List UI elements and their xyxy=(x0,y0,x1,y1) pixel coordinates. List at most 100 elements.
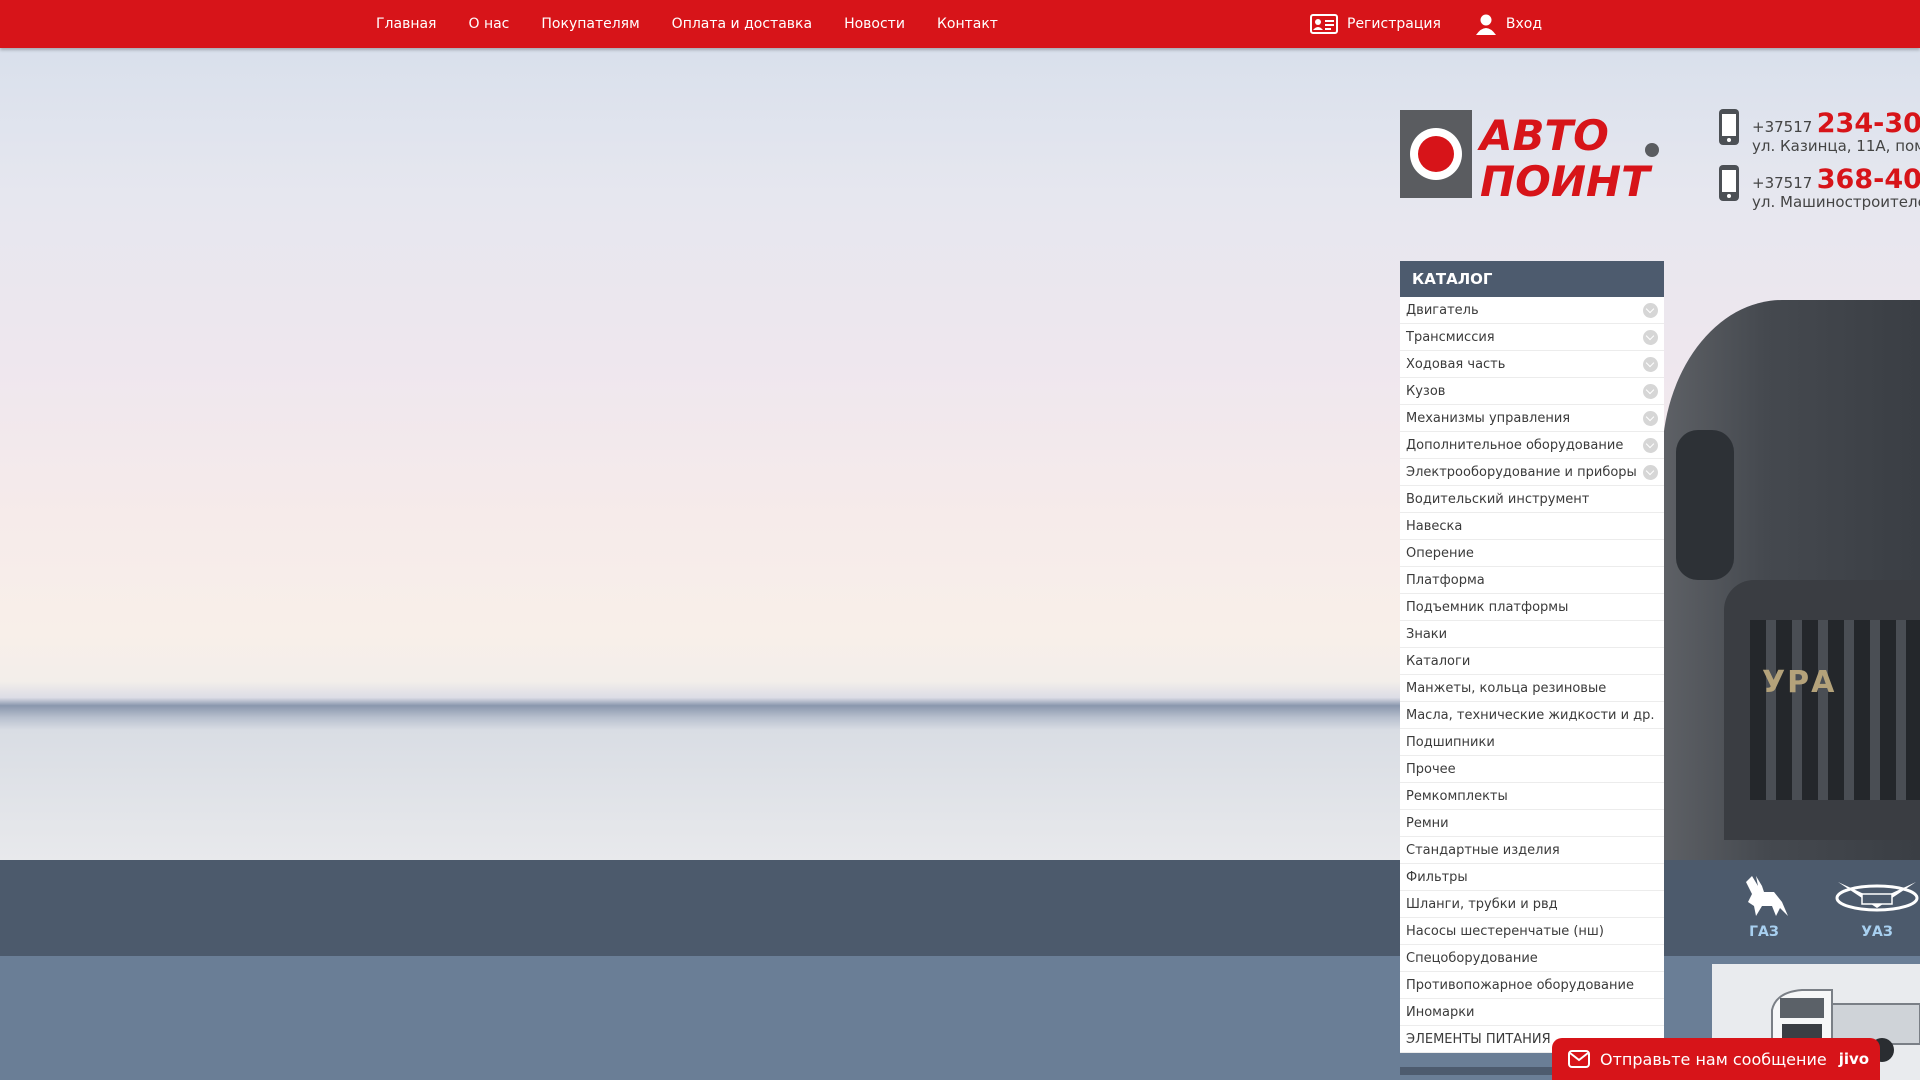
nav-buyers-link[interactable]: Покупателям xyxy=(541,0,639,48)
catalog-item[interactable]: Противопожарное оборудование xyxy=(1400,972,1664,999)
catalog-item-label: Навеска xyxy=(1406,519,1463,534)
id-card-icon xyxy=(1310,14,1338,34)
phone-prefix: +37517 xyxy=(1752,118,1813,136)
deer-icon xyxy=(1746,876,1788,916)
catalog-item-label: Подъемник платформы xyxy=(1406,600,1569,615)
chevron-down-icon[interactable] xyxy=(1643,330,1658,345)
catalog-item-label: Фильтры xyxy=(1406,870,1468,885)
brand-label: ГАЗ xyxy=(1749,924,1779,940)
catalog-item-label: ЭЛЕМЕНТЫ ПИТАНИЯ xyxy=(1406,1032,1551,1047)
catalog-item-label: Знаки xyxy=(1406,627,1448,642)
catalog-item[interactable]: Шланги, трубки и рвд xyxy=(1400,891,1664,918)
catalog-item-label: Прочее xyxy=(1406,762,1456,777)
nav-news-link[interactable]: Новости xyxy=(844,0,905,48)
catalog-item-label: Насосы шестеренчатые (нш) xyxy=(1406,924,1604,939)
phone-prefix: +37517 xyxy=(1752,174,1813,192)
nav-home-link[interactable]: Главная xyxy=(376,0,436,48)
catalog-item[interactable]: Подшипники xyxy=(1400,729,1664,756)
catalog-list: Двигатель Трансмиссия Ходовая часть Кузов Ме… xyxy=(1400,297,1664,1053)
phone-number[interactable]: 368-40- xyxy=(1817,164,1920,195)
catalog-item-label: Противопожарное оборудование xyxy=(1406,978,1634,993)
catalog-item-label: Шланги, трубки и рвд xyxy=(1406,897,1558,912)
nav-about-link[interactable]: О нас xyxy=(468,0,509,48)
catalog-item[interactable]: Фильтры xyxy=(1400,864,1664,891)
chat-brand-label: jivo xyxy=(1838,1050,1870,1068)
catalog-menu: КАТАЛОГ Двигатель Трансмиссия Ходовая част… xyxy=(1400,261,1664,1075)
catalog-item-label: Подшипники xyxy=(1406,735,1495,750)
catalog-item[interactable]: Платформа xyxy=(1400,567,1664,594)
catalog-item[interactable]: Электрооборудование и приборы xyxy=(1400,459,1664,486)
catalog-item[interactable]: Насосы шестеренчатые (нш) xyxy=(1400,918,1664,945)
contact-lines: +37517 234-30- ул. Казинца, 11А, пом. xyxy=(1752,108,1920,155)
chevron-down-icon[interactable] xyxy=(1643,384,1658,399)
register-link[interactable]: Регистрация xyxy=(1310,14,1441,34)
catalog-item-label: Масла, технические жидкости и др. xyxy=(1406,708,1655,723)
catalog-item[interactable]: Каталоги xyxy=(1400,648,1664,675)
catalog-item[interactable]: Водительский инструмент xyxy=(1400,486,1664,513)
catalog-item[interactable]: Ремни xyxy=(1400,810,1664,837)
catalog-item[interactable]: Стандартные изделия xyxy=(1400,837,1664,864)
nav-payment-delivery-link[interactable]: Оплата и доставка xyxy=(672,0,812,48)
catalog-item[interactable]: Прочее xyxy=(1400,756,1664,783)
brand-uaz[interactable]: УАЗ xyxy=(1832,872,1920,940)
nav-contact-link[interactable]: Контакт xyxy=(937,0,998,48)
catalog-item-label: Электрооборудование и приборы xyxy=(1406,465,1637,480)
catalog-item-label: Манжеты, кольца резиновые xyxy=(1406,681,1607,696)
catalog-item[interactable]: Подъемник платформы xyxy=(1400,594,1664,621)
catalog-item[interactable]: Навеска xyxy=(1400,513,1664,540)
auth-links: Регистрация Вход xyxy=(1310,0,1576,48)
top-navigation-bar: Главная О нас Покупателям Оплата и доста… xyxy=(0,0,1920,48)
catalog-item-label: Платформа xyxy=(1406,573,1485,588)
catalog-item[interactable]: Трансмиссия xyxy=(1400,324,1664,351)
envelope-icon xyxy=(1568,1050,1590,1068)
catalog-item[interactable]: Иномарки xyxy=(1400,999,1664,1026)
catalog-item[interactable]: Дополнительное оборудование xyxy=(1400,432,1664,459)
login-link[interactable]: Вход xyxy=(1475,13,1542,35)
catalog-item[interactable]: Масла, технические жидкости и др. xyxy=(1400,702,1664,729)
address-text: ул. Машиностроителе xyxy=(1752,193,1920,211)
catalog-item-label: Иномарки xyxy=(1406,1005,1475,1020)
user-icon xyxy=(1475,14,1496,35)
catalog-item[interactable]: Кузов xyxy=(1400,378,1664,405)
catalog-item-label: Двигатель xyxy=(1406,303,1479,318)
catalog-item-label: Ремни xyxy=(1406,816,1449,831)
site-logo[interactable]: АВТО ПОИНТ xyxy=(1400,110,1660,206)
catalog-title: КАТАЛОГ xyxy=(1400,261,1664,297)
chevron-down-icon[interactable] xyxy=(1643,438,1658,453)
catalog-item-label: Дополнительное оборудование xyxy=(1406,438,1624,453)
uaz-bird-icon xyxy=(1835,882,1919,912)
truck-badge: УРА xyxy=(1762,665,1837,700)
catalog-item[interactable]: Механизмы управления xyxy=(1400,405,1664,432)
catalog-item-label: Ходовая часть xyxy=(1406,357,1506,372)
address-text: ул. Казинца, 11А, пом. xyxy=(1752,137,1920,155)
catalog-item-label: Стандартные изделия xyxy=(1406,843,1560,858)
catalog-item[interactable]: Знаки xyxy=(1400,621,1664,648)
contact-block-2: +37517 368-40- ул. Машиностроителе xyxy=(1718,164,1920,211)
phone-number[interactable]: 234-30- xyxy=(1817,108,1920,139)
catalog-item-label: Механизмы управления xyxy=(1406,411,1571,426)
catalog-item[interactable]: Манжеты, кольца резиновые xyxy=(1400,675,1664,702)
chevron-down-icon[interactable] xyxy=(1643,357,1658,372)
login-label: Вход xyxy=(1505,16,1543,32)
catalog-item-label: Спецоборудование xyxy=(1406,951,1538,966)
chevron-down-icon[interactable] xyxy=(1643,303,1658,318)
catalog-item[interactable]: Двигатель xyxy=(1400,297,1664,324)
catalog-item[interactable]: Ремкомплекты xyxy=(1400,783,1664,810)
brand-gaz[interactable]: ГАЗ xyxy=(1738,872,1790,940)
chevron-down-icon[interactable] xyxy=(1643,411,1658,426)
mobile-phone-icon xyxy=(1719,165,1739,201)
register-label: Регистрация xyxy=(1347,16,1441,32)
main-menu: Главная О нас Покупателям Оплата и доста… xyxy=(376,0,1030,48)
catalog-item[interactable]: Спецоборудование xyxy=(1400,945,1664,972)
catalog-item-label: Трансмиссия xyxy=(1406,330,1495,345)
chat-widget-button[interactable]: Отправьте нам сообщение jivo xyxy=(1552,1038,1880,1080)
autopoint-logo-mark: АВТО ПОИНТ xyxy=(1400,110,1659,206)
contact-block-1: +37517 234-30- ул. Казинца, 11А, пом. xyxy=(1718,108,1920,155)
catalog-item[interactable]: Оперение xyxy=(1400,540,1664,567)
catalog-item-label: Ремкомплекты xyxy=(1406,789,1508,804)
catalog-item-label: Каталоги xyxy=(1406,654,1471,669)
catalog-item[interactable]: Ходовая часть xyxy=(1400,351,1664,378)
logo-line2: ПОИНТ xyxy=(1480,157,1653,202)
chevron-down-icon[interactable] xyxy=(1643,465,1658,480)
catalog-item-label: Оперение xyxy=(1406,546,1474,561)
